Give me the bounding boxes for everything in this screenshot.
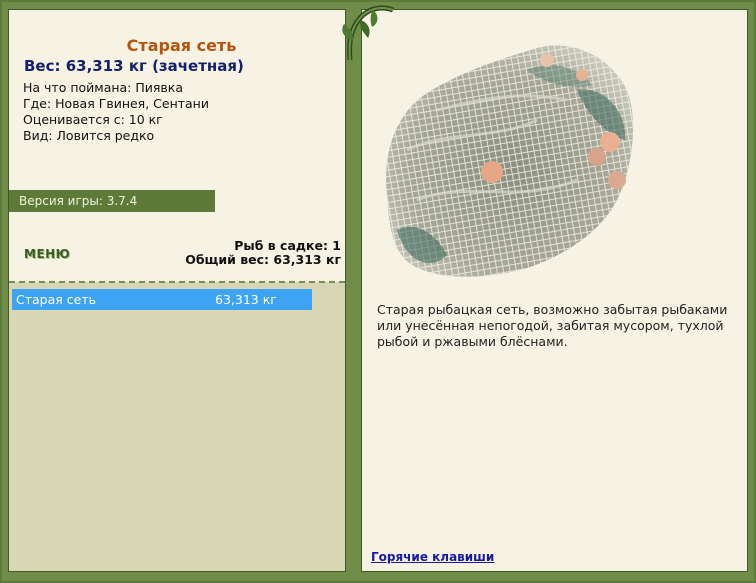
catch-name: Старая сеть [16, 292, 96, 307]
keep-net-total-weight: Общий вес: 63,313 кг [185, 252, 341, 267]
right-panel: Старая рыбацкая сеть, возможно забытая р… [361, 9, 748, 572]
fish-bait: На что поймана: Пиявка [23, 80, 183, 95]
dashed-divider [9, 281, 345, 283]
fishing-net-image [386, 45, 634, 277]
version-bar: Версия игры: 3.7.4 [9, 190, 215, 212]
catch-list [9, 282, 345, 571]
catch-weight: 63,313 кг [215, 292, 277, 307]
fish-weight: Вес: 63,313 кг (зачетная) [24, 57, 244, 75]
menu-button[interactable]: МЕНЮ [24, 247, 70, 261]
fish-description: Старая рыбацкая сеть, возможно забытая р… [377, 302, 728, 349]
catch-list-row[interactable]: Старая сеть 63,313 кг [12, 289, 312, 310]
fish-value: Оценивается с: 10 кг [23, 112, 163, 127]
vine-ornament [342, 5, 394, 60]
hotkeys-link[interactable]: Горячие клавиши [371, 550, 494, 564]
fish-location: Где: Новая Гвинея, Сентани [23, 96, 209, 111]
fish-kind: Вид: Ловится редко [23, 128, 155, 143]
fish-name-title: Старая сеть [126, 36, 237, 55]
keep-net-count: Рыб в садке: 1 [234, 238, 341, 253]
left-panel: Старая сеть Вес: 63,313 кг (зачетная) На… [8, 9, 346, 572]
